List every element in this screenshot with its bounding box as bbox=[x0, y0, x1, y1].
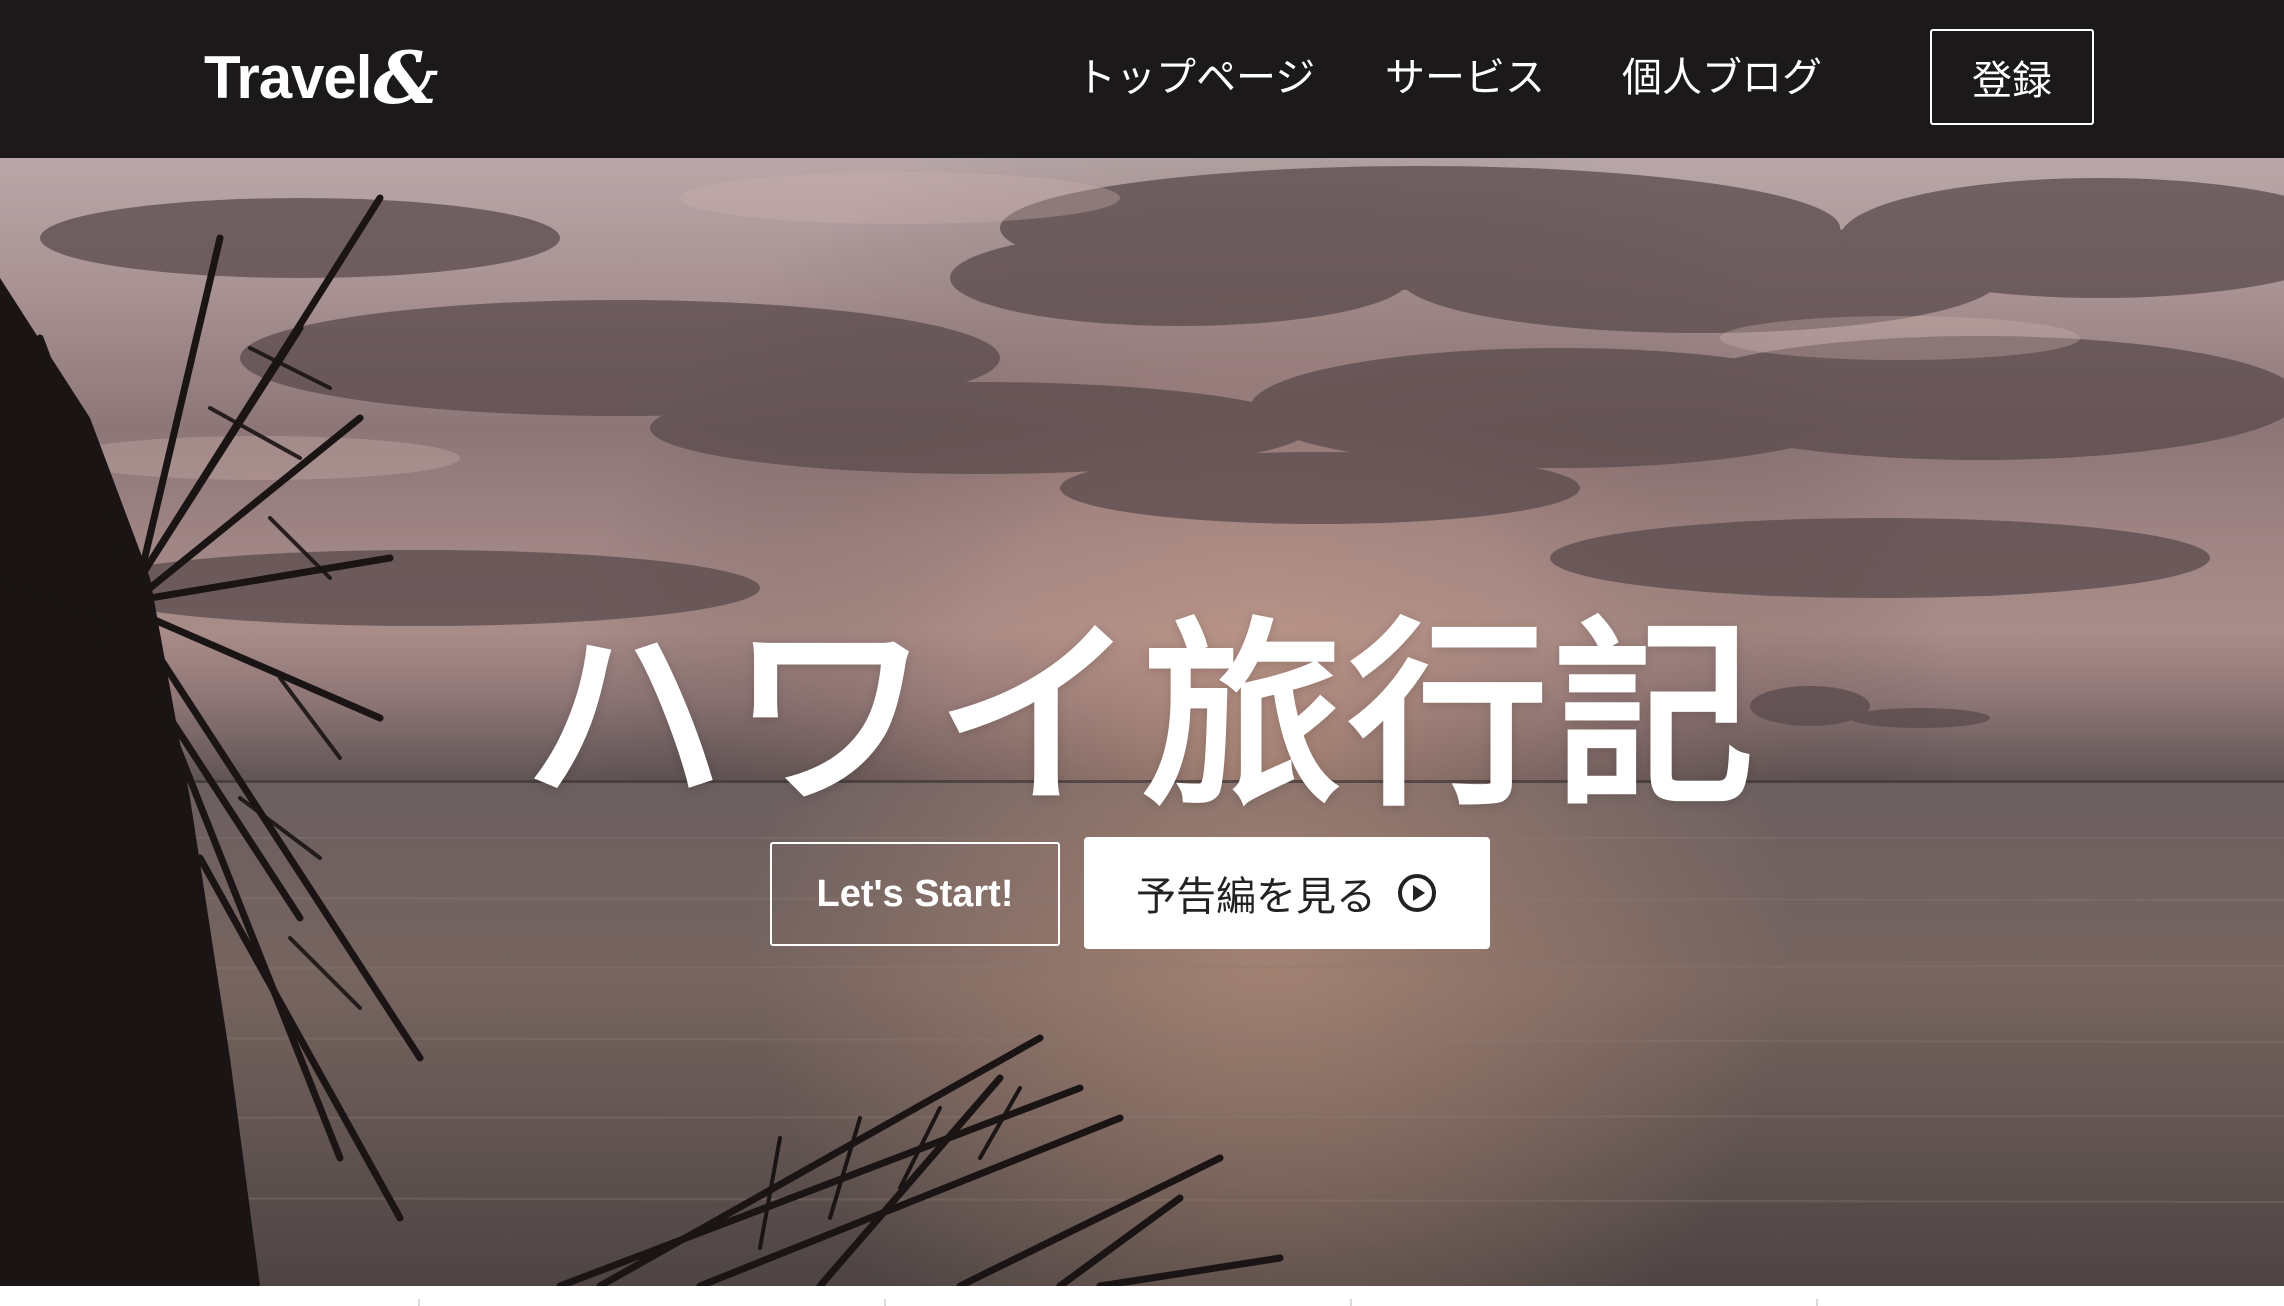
content-start-strip bbox=[0, 1286, 2284, 1306]
hero-section: ハワイ旅行記 Let's Start! 予告編を見る bbox=[0, 158, 2284, 1286]
play-circle-icon bbox=[1398, 874, 1436, 912]
logo-text: Travel bbox=[204, 44, 372, 111]
column-divider bbox=[418, 1299, 420, 1306]
nav-item-service[interactable]: サービス bbox=[1385, 52, 1545, 104]
nav-item-personal-blog[interactable]: 個人ブログ bbox=[1622, 52, 1822, 104]
lets-start-button[interactable]: Let's Start! bbox=[770, 842, 1060, 946]
nav-item-top-page[interactable]: トップページ bbox=[1076, 52, 1315, 104]
site-header: Travel & トップページ サービス 個人ブログ 登録 bbox=[0, 0, 2284, 158]
column-divider bbox=[884, 1299, 886, 1306]
watch-trailer-label: 予告編を見る bbox=[1136, 874, 1376, 920]
register-button[interactable]: 登録 bbox=[1930, 29, 2094, 125]
column-divider bbox=[1816, 1299, 1818, 1306]
column-divider bbox=[1350, 1299, 1352, 1306]
hero-title: ハワイ旅行記 bbox=[523, 601, 1760, 834]
watch-trailer-button[interactable]: 予告編を見る bbox=[1084, 837, 1490, 949]
logo[interactable]: Travel & bbox=[204, 38, 438, 118]
logo-ampersand: & bbox=[373, 35, 439, 120]
